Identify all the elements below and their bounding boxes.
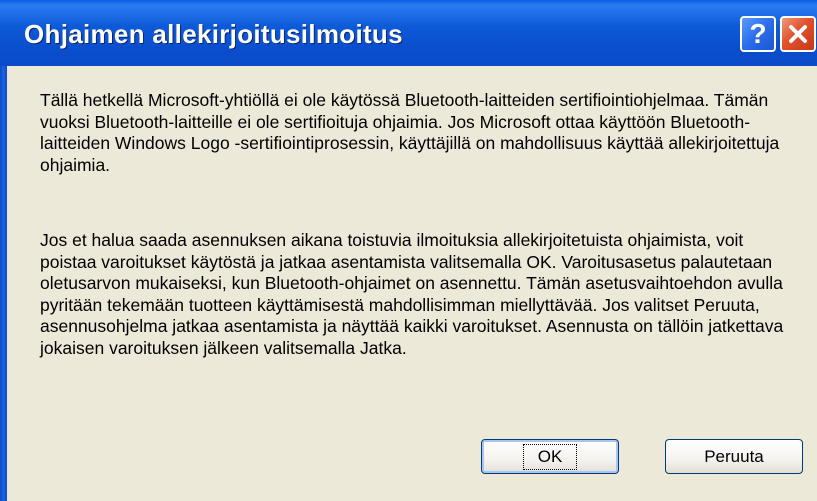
close-button[interactable] bbox=[780, 16, 816, 52]
dialog-title: Ohjaimen allekirjoitusilmoitus bbox=[24, 19, 403, 49]
cancel-button-label: Peruuta bbox=[704, 446, 764, 466]
message-paragraph-2: Jos et halua saada asennuksen aikana toi… bbox=[40, 230, 784, 358]
dialog-body: Tällä hetkellä Microsoft-yhtiöllä ei ole… bbox=[7, 66, 817, 501]
cancel-button[interactable]: Peruuta bbox=[665, 439, 803, 474]
ok-button-label: OK bbox=[522, 443, 578, 470]
ok-button[interactable]: OK bbox=[481, 439, 619, 474]
help-button[interactable]: ? bbox=[740, 16, 776, 52]
dialog-window: Ohjaimen allekirjoitusilmoitus ? Tällä h… bbox=[0, 0, 817, 501]
close-icon bbox=[789, 25, 807, 43]
help-icon: ? bbox=[749, 18, 767, 49]
window-border bbox=[0, 66, 7, 501]
message-paragraph-1: Tällä hetkellä Microsoft-yhtiöllä ei ole… bbox=[40, 90, 780, 175]
title-bar[interactable]: Ohjaimen allekirjoitusilmoitus ? bbox=[0, 0, 817, 66]
